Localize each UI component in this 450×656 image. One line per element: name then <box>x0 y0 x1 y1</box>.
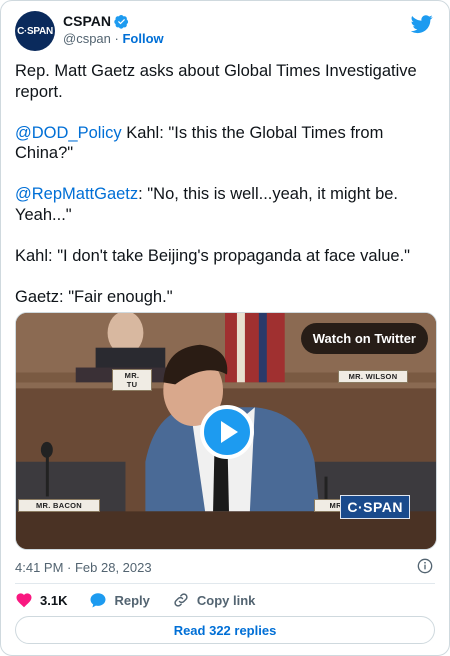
tweet-line-5: Gaetz: "Fair enough." <box>15 287 173 306</box>
read-replies-button[interactable]: Read 322 replies <box>15 616 435 644</box>
reply-label: Reply <box>114 592 150 608</box>
read-replies-label: Read 322 replies <box>173 622 277 638</box>
tweet-card: C·SPAN CSPAN @cspan · Follow Rep. Matt G… <box>0 0 450 656</box>
avatar[interactable]: C·SPAN <box>15 11 55 51</box>
tweet-text: Rep. Matt Gaetz asks about Global Times … <box>15 61 437 307</box>
avatar-text: C·SPAN <box>17 25 53 37</box>
tweet-header: C·SPAN CSPAN @cspan · Follow <box>15 11 435 55</box>
author-handle[interactable]: @cspan <box>63 31 111 46</box>
tweet-line-1: Rep. Matt Gaetz asks about Global Times … <box>15 62 422 101</box>
timestamp[interactable]: 4:41 PM · Feb 28, 2023 <box>15 560 152 575</box>
heart-icon <box>16 593 32 608</box>
info-icon[interactable] <box>417 558 433 574</box>
author-display-name[interactable]: CSPAN <box>63 13 164 29</box>
video-player[interactable]: MR. TU MR. WILSON MR. BACON MR. GA Watch… <box>15 312 437 550</box>
tweet-meta: 4:41 PM · Feb 28, 2023 <box>15 557 435 577</box>
mention-rep-matt-gaetz[interactable]: @RepMattGaetz <box>15 185 138 203</box>
like-button[interactable]: 3.1K <box>15 591 67 609</box>
verified-badge-icon <box>114 14 129 29</box>
copy-link-label: Copy link <box>196 592 256 608</box>
copy-link-button[interactable]: Copy link <box>172 591 256 609</box>
play-icon <box>221 421 238 443</box>
twitter-bird-icon[interactable] <box>411 13 433 35</box>
play-button[interactable] <box>200 405 254 459</box>
mention-dod-policy[interactable]: @DOD_Policy <box>15 124 122 142</box>
nameplate-top-left: MR. TU <box>112 369 152 391</box>
author-names: CSPAN @cspan · Follow <box>63 13 164 46</box>
separator: · <box>114 31 119 46</box>
reply-button[interactable]: Reply <box>89 591 150 609</box>
like-count: 3.1K <box>40 592 68 608</box>
cspan-logo: C·SPAN <box>340 495 410 519</box>
nameplate-wilson: MR. WILSON <box>338 370 408 383</box>
follow-button[interactable]: Follow <box>122 31 163 46</box>
tweet-line-4: Kahl: "I don't take Beijing's propaganda… <box>15 246 411 265</box>
display-name-text: CSPAN <box>63 13 111 29</box>
reply-bubble-icon <box>90 593 106 608</box>
link-icon <box>174 593 188 607</box>
handle-row: @cspan · Follow <box>63 31 164 46</box>
action-bar: 3.1K Reply Copy link <box>15 589 435 611</box>
nameplate-bacon: MR. BACON <box>18 499 100 512</box>
watch-on-twitter-button[interactable]: Watch on Twitter <box>300 323 428 354</box>
divider <box>15 583 435 584</box>
